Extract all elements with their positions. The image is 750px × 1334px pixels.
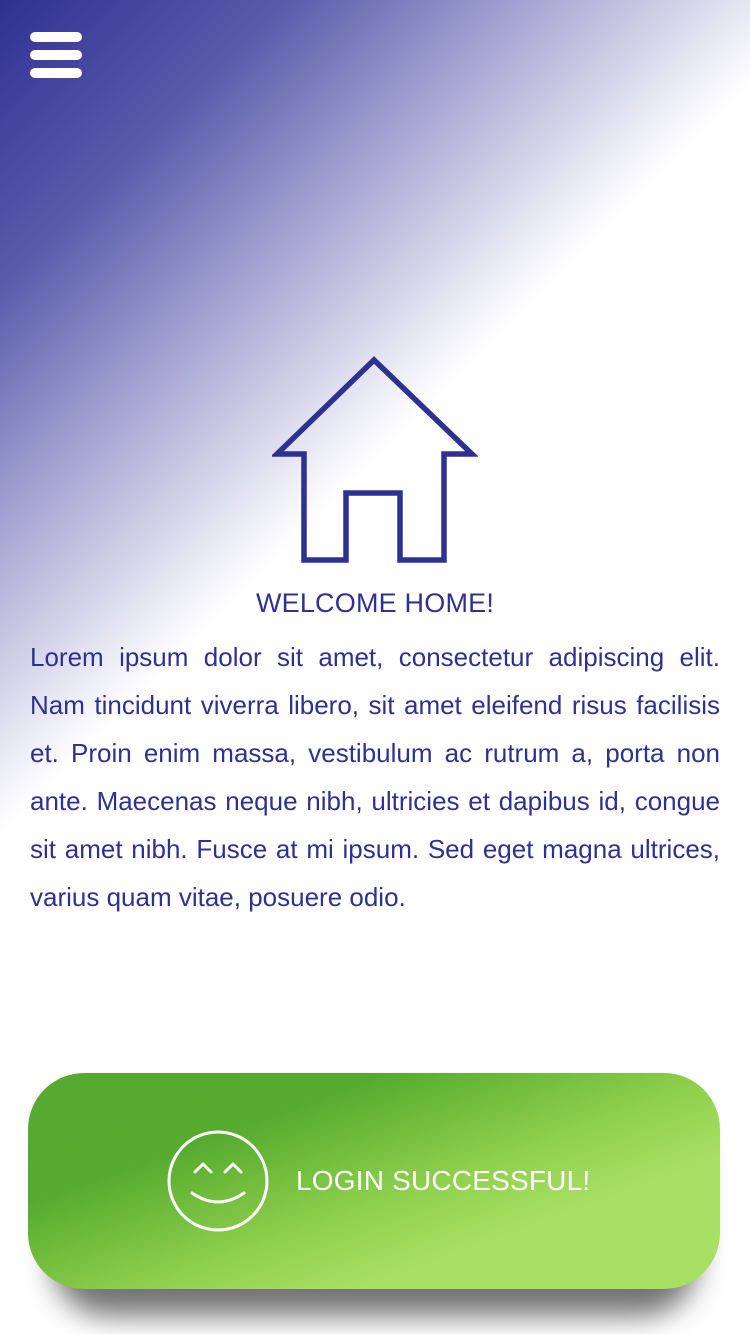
menu-bar-top	[30, 32, 82, 42]
welcome-title: WELCOME HOME!	[255, 588, 495, 618]
menu-bar-bottom	[30, 68, 82, 78]
login-success-toast[interactable]: LOGIN SUCCESSFUL!	[28, 1073, 720, 1289]
smiley-face-icon	[167, 1130, 269, 1232]
welcome-body-text: Lorem ipsum dolor sit amet, consectetur …	[30, 642, 720, 912]
menu-bar-middle	[30, 50, 82, 60]
home-icon	[272, 356, 478, 563]
hamburger-menu-icon[interactable]	[30, 30, 82, 80]
toast-message: LOGIN SUCCESSFUL!	[296, 1165, 591, 1196]
